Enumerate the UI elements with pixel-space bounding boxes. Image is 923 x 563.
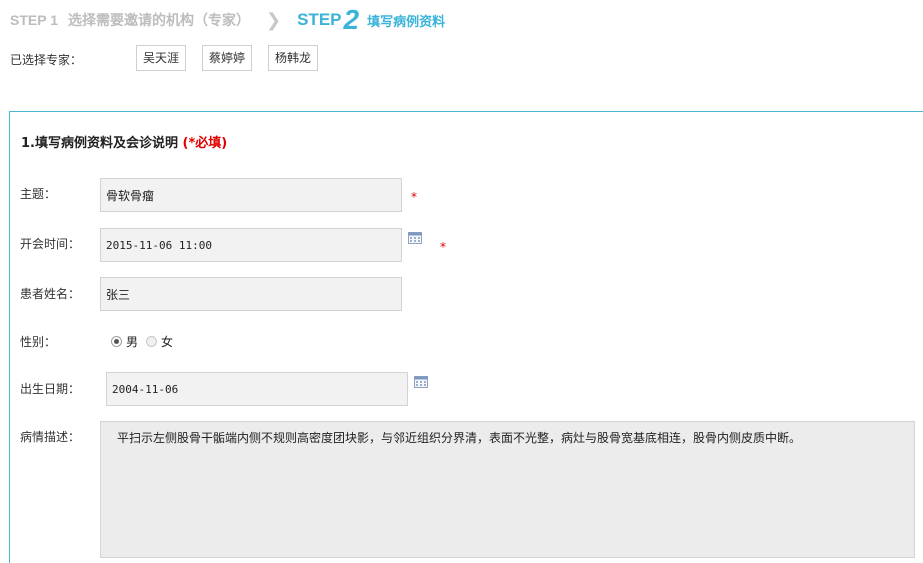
gender-male-radio[interactable] (111, 336, 122, 347)
section-title-text: 1.填写病例资料及会诊说明 (21, 136, 178, 151)
step2-label: STEP (297, 10, 342, 29)
meeting-time-input[interactable]: 2015-11-06 11:00 (100, 228, 402, 262)
expert-tag[interactable]: 吴天涯 (136, 45, 186, 71)
chevron-right-icon: ❯ (266, 9, 282, 31)
step1-text: 选择需要邀请的机构（专家） (68, 13, 250, 29)
gender-female-label: 女 (161, 335, 174, 349)
step1-label: STEP 1 (10, 12, 58, 28)
gender-label: 性别： (20, 335, 57, 349)
birth-date-label: 出生日期： (20, 382, 81, 396)
selected-experts-label: 已选择专家： (10, 53, 83, 67)
expert-tag[interactable]: 杨韩龙 (268, 45, 318, 71)
section-title: 1.填写病例资料及会诊说明 (*必填) (21, 132, 227, 151)
gender-female-radio[interactable] (146, 336, 158, 347)
description-textarea[interactable]: 平扫示左侧股骨干骺端内侧不规则高密度团块影，与邻近组织分界清，表面不光整，病灶与… (100, 421, 915, 558)
calendar-icon[interactable] (408, 232, 422, 244)
gender-male-label: 男 (126, 335, 139, 349)
subject-input[interactable]: 骨软骨瘤 (100, 178, 402, 212)
required-star: * (440, 240, 446, 254)
gender-radio-group: 男 女 (111, 333, 181, 350)
description-label: 病情描述： (20, 430, 81, 444)
required-note: (*必填) (182, 136, 228, 151)
patient-name-label: 患者姓名： (20, 287, 81, 301)
patient-name-input[interactable]: 张三 (100, 277, 402, 311)
step2-number: 2 (343, 4, 360, 35)
birth-date-input[interactable]: 2004-11-06 (106, 372, 408, 406)
expert-tag[interactable]: 蔡婷婷 (202, 45, 252, 71)
calendar-icon[interactable] (414, 376, 428, 388)
step2-text: 填写病例资料 (367, 14, 446, 30)
subject-label: 主题： (20, 187, 57, 201)
meeting-time-label: 开会时间： (20, 237, 81, 251)
step-indicator: STEP 1 选择需要邀请的机构（专家） ❯ STEP 2 填写病例资料 (10, 6, 445, 34)
required-star: * (411, 190, 417, 204)
